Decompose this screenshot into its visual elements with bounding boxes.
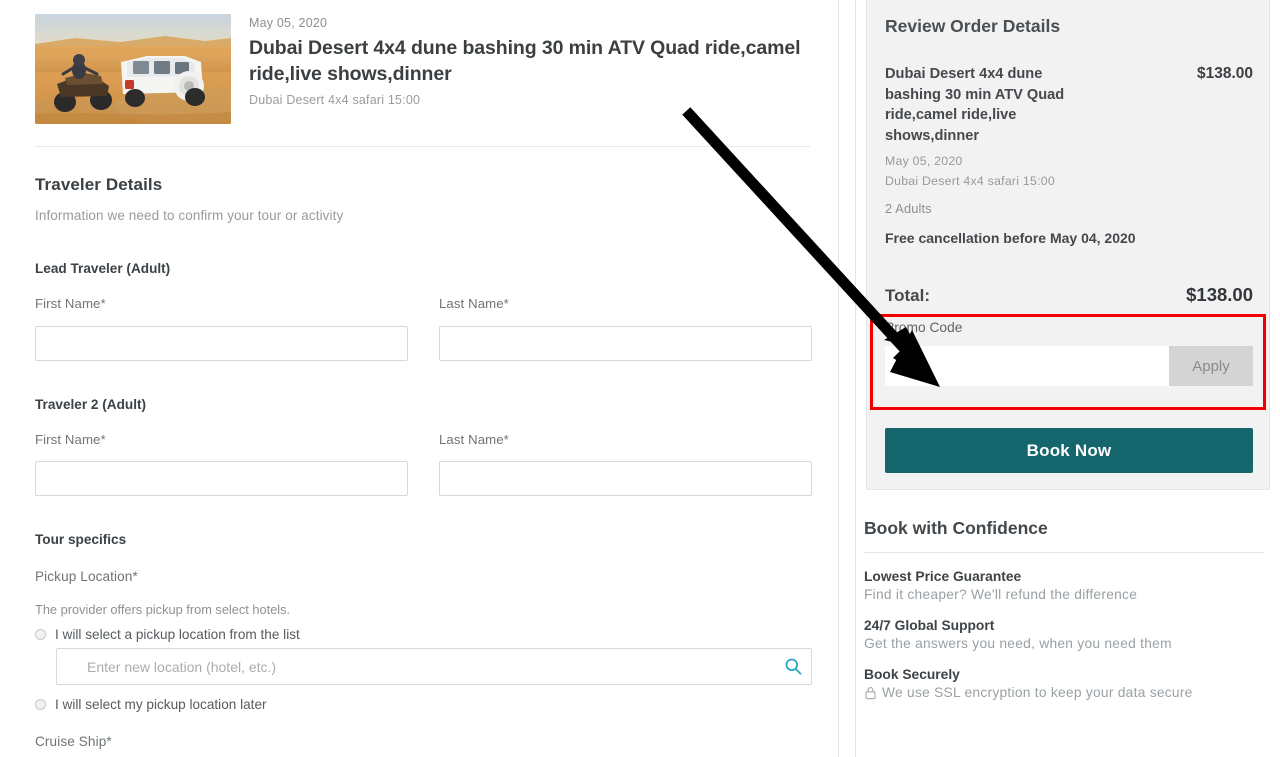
order-item-name: Dubai Desert 4x4 dune bashing 30 min ATV… (885, 66, 1065, 145)
radio-icon-later[interactable] (35, 699, 46, 710)
lead-first-name-input[interactable] (35, 326, 408, 361)
booking-form-column: May 05, 2020 Dubai Desert 4x4 dune bashi… (0, 0, 838, 757)
tour-specifics-heading: Tour specifics (35, 532, 127, 547)
lead-last-name-label: Last Name* (439, 296, 509, 311)
pickup-location-note: The provider offers pickup from select h… (35, 602, 291, 617)
book-now-button[interactable]: Book Now (885, 428, 1253, 473)
apply-promo-button[interactable]: Apply (1169, 346, 1253, 386)
order-item-date: May 05, 2020 (885, 154, 963, 168)
pickup-location-label: Pickup Location* (35, 569, 138, 584)
total-value: $138.00 (1186, 284, 1253, 305)
confidence-item-title: Lowest Price Guarantee (864, 569, 1022, 584)
traveler-details-heading: Traveler Details (35, 175, 163, 194)
review-order-heading: Review Order Details (885, 16, 1061, 36)
confidence-item-desc-text: Find it cheaper? We'll refund the differ… (864, 587, 1138, 602)
promo-code-block: Promo Code Apply (885, 320, 1253, 386)
confidence-item-desc: Find it cheaper? We'll refund the differ… (864, 587, 1274, 602)
book-with-confidence-section: Book with Confidence Lowest Price Guaran… (864, 518, 1274, 716)
column-divider-left (838, 0, 839, 757)
lock-icon (864, 686, 877, 700)
tour-summary-header: May 05, 2020 Dubai Desert 4x4 dune bashi… (35, 14, 810, 124)
tour-thumbnail (35, 14, 231, 124)
order-line-item: Dubai Desert 4x4 dune bashing 30 min ATV… (885, 64, 1253, 147)
confidence-item-desc-text: We use SSL encryption to keep your data … (882, 685, 1193, 700)
confidence-item-title: Book Securely (864, 667, 960, 682)
radio-option-from-list[interactable]: I will select a pickup location from the… (35, 627, 300, 642)
traveler2-last-name-input[interactable] (439, 461, 812, 496)
confidence-item-desc-text: Get the answers you need, when you need … (864, 636, 1172, 651)
promo-code-input[interactable] (885, 346, 1169, 386)
promo-code-row: Apply (885, 346, 1253, 386)
radio-label-later: I will select my pickup location later (55, 697, 267, 712)
tour-subtitle: Dubai Desert 4x4 safari 15:00 (249, 92, 421, 107)
traveler-details-subheading: Information we need to confirm your tour… (35, 208, 344, 223)
confidence-item-desc: We use SSL encryption to keep your data … (864, 685, 1274, 700)
order-total-row: Total: $138.00 (885, 284, 1253, 306)
traveler-2-group-label: Traveler 2 (Adult) (35, 397, 147, 412)
desert-safari-photo (35, 14, 231, 124)
total-label: Total: (885, 286, 931, 305)
cruise-ship-label: Cruise Ship* (35, 734, 112, 749)
search-icon[interactable] (775, 657, 811, 676)
tour-meta: May 05, 2020 Dubai Desert 4x4 dune bashi… (249, 14, 810, 124)
traveler2-first-name-input[interactable] (35, 461, 408, 496)
tour-date: May 05, 2020 (249, 16, 328, 30)
checkout-page: May 05, 2020 Dubai Desert 4x4 dune bashi… (0, 0, 1280, 757)
confidence-item: Book Securely We use SSL encryption to k… (864, 667, 1274, 700)
order-item-time: Dubai Desert 4x4 safari 15:00 (885, 173, 1055, 188)
promo-code-label: Promo Code (885, 320, 963, 335)
free-cancellation-note: Free cancellation before May 04, 2020 (885, 230, 1136, 246)
radio-icon-from-list[interactable] (35, 629, 46, 640)
radio-label-from-list: I will select a pickup location from the… (55, 627, 300, 642)
order-summary-column: Review Order Details Dubai Desert 4x4 du… (856, 0, 1280, 757)
lead-last-name-input[interactable] (439, 326, 812, 361)
order-item-price: $138.00 (1196, 65, 1253, 82)
book-with-confidence-heading: Book with Confidence (864, 518, 1048, 538)
tour-title: Dubai Desert 4x4 dune bashing 30 min ATV… (249, 37, 801, 85)
pickup-location-search[interactable] (56, 648, 812, 685)
review-order-card: Review Order Details Dubai Desert 4x4 du… (866, 0, 1270, 490)
confidence-divider (864, 552, 1264, 553)
traveler2-first-name-label: First Name* (35, 432, 106, 447)
pickup-location-input[interactable] (57, 658, 775, 675)
confidence-item: 24/7 Global Support Get the answers you … (864, 618, 1274, 651)
traveler2-last-name-label: Last Name* (439, 432, 509, 447)
confidence-item-title: 24/7 Global Support (864, 618, 995, 633)
order-item-details: May 05, 2020 Dubai Desert 4x4 safari 15:… (885, 152, 1055, 216)
section-divider (35, 146, 810, 147)
lead-traveler-group-label: Lead Traveler (Adult) (35, 261, 171, 276)
order-item-pax: 2 Adults (885, 200, 932, 216)
radio-option-later[interactable]: I will select my pickup location later (35, 697, 267, 712)
confidence-item-desc: Get the answers you need, when you need … (864, 636, 1274, 651)
lead-first-name-label: First Name* (35, 296, 106, 311)
confidence-item: Lowest Price Guarantee Find it cheaper? … (864, 569, 1274, 602)
